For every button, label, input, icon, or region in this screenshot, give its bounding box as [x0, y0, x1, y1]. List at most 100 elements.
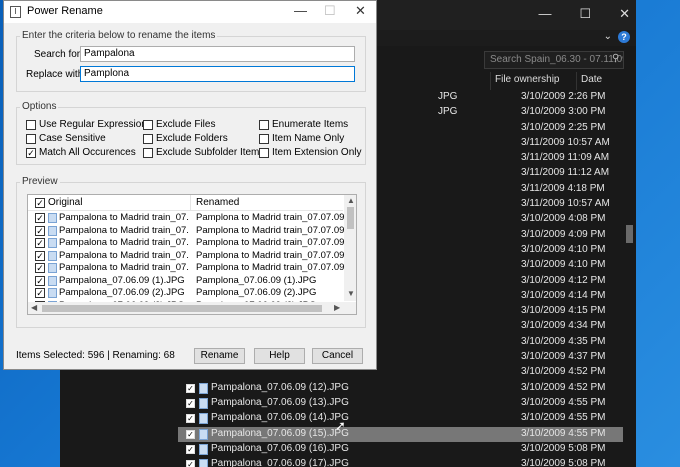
file-name-fragment[interactable]: JPG [438, 106, 457, 117]
file-checkbox[interactable]: ✓ [186, 414, 195, 424]
row-checkbox[interactable]: ✓ [35, 263, 45, 273]
file-name-fragment[interactable]: JPG [438, 91, 457, 102]
image-file-icon [199, 443, 208, 455]
replace-input[interactable]: Pamplona [80, 66, 355, 82]
minimize-icon[interactable]: — [294, 3, 307, 18]
file-checkbox[interactable]: ✓ [186, 429, 195, 439]
checkbox-box[interactable] [26, 133, 36, 144]
column-header: File ownership Date [376, 72, 624, 90]
preview-row[interactable]: ✓ Pampalona to Madrid train_07.07.09... Pa… [28, 224, 344, 238]
image-file-icon [48, 275, 57, 286]
column-renamed[interactable]: Renamed [196, 197, 239, 208]
file-name[interactable]: Pampalona_07.06.09 (16).JPG [211, 443, 349, 454]
preview-row[interactable]: ✓ Pampalona_07.06.09 (1).JPG Pamplona_07.0… [28, 275, 343, 288]
checkbox-box[interactable]: ✓ [26, 147, 36, 158]
rename-button[interactable]: Rename [194, 348, 245, 364]
checkbox-box[interactable] [26, 119, 36, 130]
search-icon[interactable]: ⚲ [612, 53, 619, 64]
checkbox-box[interactable] [143, 147, 153, 158]
option-checkbox[interactable]: Exclude Folders [143, 133, 228, 144]
preview-row[interactable]: ✓ Pampalona to Madrid train_07.07.09... Pa… [28, 212, 344, 225]
column-original[interactable]: Original [48, 197, 82, 208]
help-icon[interactable]: ? [618, 31, 630, 43]
column-date[interactable]: Date [576, 72, 624, 90]
checkbox-box[interactable] [259, 147, 269, 158]
explorer-scrollbar[interactable] [623, 72, 636, 467]
file-checkbox[interactable]: ✓ [186, 398, 195, 408]
close-icon[interactable]: ✕ [619, 6, 630, 22]
option-checkbox[interactable]: Enumerate Items [259, 119, 348, 130]
option-checkbox[interactable]: Exclude Files [143, 119, 215, 130]
file-row[interactable]: ✓ Pampalona_07.06.09 (17).JPG 3/10/2009 5:… [178, 457, 624, 467]
dialog-titlebar: I Power Rename — ☐ ✕ [4, 1, 376, 23]
file-row[interactable]: ✓ Pampalona_07.06.09 (12).JPG 3/10/2009 4:… [178, 381, 624, 396]
cancel-button[interactable]: Cancel [312, 348, 363, 364]
image-file-icon [48, 288, 57, 298]
scroll-thumb[interactable] [42, 305, 322, 312]
file-name[interactable]: Pampalona_07.06.09 (17).JPG [211, 458, 349, 467]
option-checkbox[interactable]: Case Sensitive [26, 133, 106, 144]
checkbox-box[interactable] [259, 133, 269, 144]
option-checkbox[interactable]: Exclude Subfolder Items [143, 147, 264, 158]
preview-horizontal-scrollbar[interactable]: ◀ ▶ [28, 302, 356, 314]
row-checkbox[interactable]: ✓ [35, 238, 45, 248]
preview-group-label: Preview [20, 176, 60, 187]
explorer-search-box[interactable]: Search Spain_06.30 - 07.11.09 [484, 51, 624, 69]
renamed-name: Pamplona to Madrid train_07.07.09 (3).JP… [196, 237, 344, 248]
file-name[interactable]: Pampalona_07.06.09 (14).JPG [211, 412, 349, 423]
row-checkbox[interactable]: ✓ [35, 213, 45, 223]
column-file-ownership[interactable]: File ownership [490, 72, 576, 90]
option-label: Exclude Folders [156, 133, 228, 144]
checkbox-box[interactable] [143, 133, 153, 144]
dialog-title: Power Rename [27, 5, 103, 17]
file-row[interactable]: ✓ Pampalona_07.06.09 (16).JPG 3/10/2009 5:… [178, 442, 624, 457]
option-checkbox[interactable]: ✓ Match All Occurences [26, 147, 136, 158]
row-checkbox[interactable]: ✓ [35, 250, 45, 261]
checkbox-box[interactable] [259, 119, 269, 130]
file-row[interactable]: ✓ Pampalona_07.06.09 (14).JPG 3/10/2009 4:… [178, 411, 624, 426]
scroll-right-icon[interactable]: ▶ [334, 303, 340, 312]
file-checkbox[interactable]: ✓ [186, 383, 195, 393]
preview-list[interactable]: ✓ Original Renamed ✓ Pampalona to Madrid … [27, 194, 357, 315]
file-date: 3/10/2009 4:09 PM [521, 228, 606, 240]
option-checkbox[interactable]: Item Extension Only [259, 147, 361, 158]
file-checkbox[interactable]: ✓ [186, 460, 195, 467]
original-name: Pampalona_07.06.09 (2).JPG [59, 287, 185, 298]
preview-row[interactable]: ✓ Pampalona_07.06.09 (2).JPG Pamplona_07.0… [28, 287, 343, 300]
preview-vertical-scrollbar[interactable]: ▲ ▼ [344, 195, 356, 301]
preview-row[interactable]: ✓ Pampalona to Madrid train_07.07.09... Pa… [28, 250, 344, 263]
original-name: Pampalona to Madrid train_07.07.09... [59, 212, 189, 223]
select-all-checkbox[interactable]: ✓ [35, 198, 45, 208]
explorer-scroll-thumb[interactable] [626, 225, 633, 243]
criteria-group [16, 36, 366, 92]
file-name[interactable]: Pampalona_07.06.09 (12).JPG [211, 382, 349, 393]
maximize-icon[interactable]: ☐ [579, 6, 591, 22]
option-checkbox[interactable]: Item Name Only [259, 133, 344, 144]
scroll-thumb[interactable] [347, 207, 354, 229]
image-file-icon [199, 428, 208, 440]
minimize-icon[interactable]: — [538, 6, 551, 22]
renamed-name: Pamplona to Madrid train_07.07.09 (2).JP… [196, 224, 344, 236]
close-icon[interactable]: ✕ [355, 3, 366, 19]
checkbox-box[interactable] [143, 119, 153, 130]
file-name[interactable]: Pampalona_07.06.09 (15).JPG [211, 428, 349, 439]
option-checkbox[interactable]: Use Regular Expressions [26, 119, 152, 130]
help-button[interactable]: Help [254, 348, 305, 364]
row-checkbox[interactable]: ✓ [35, 275, 45, 286]
file-date: 3/10/2009 4:55 PM [521, 412, 606, 424]
scroll-down-icon[interactable]: ▼ [347, 289, 355, 298]
row-checkbox[interactable]: ✓ [35, 288, 45, 298]
file-row[interactable]: ✓ Pampalona_07.06.09 (15).JPG 3/10/2009 4:… [178, 426, 624, 442]
file-name[interactable]: Pampalona_07.06.09 (13).JPG [211, 397, 349, 408]
row-checkbox[interactable]: ✓ [35, 225, 45, 236]
column-divider[interactable] [190, 195, 191, 211]
preview-row[interactable]: ✓ Pampalona to Madrid train_07.07.09... Pa… [28, 237, 344, 250]
preview-row[interactable]: ✓ Pampalona to Madrid train_07.07.09... Pa… [28, 262, 344, 275]
scroll-left-icon[interactable]: ◀ [31, 303, 37, 312]
file-checkbox[interactable]: ✓ [186, 444, 195, 454]
search-input[interactable]: Pampalona [80, 46, 355, 62]
preview-list-header: ✓ Original Renamed [28, 195, 343, 211]
file-row[interactable]: ✓ Pampalona_07.06.09 (13).JPG 3/10/2009 4:… [178, 396, 624, 411]
chevron-down-icon[interactable]: ⌄ [604, 31, 612, 42]
scroll-up-icon[interactable]: ▲ [347, 196, 355, 205]
